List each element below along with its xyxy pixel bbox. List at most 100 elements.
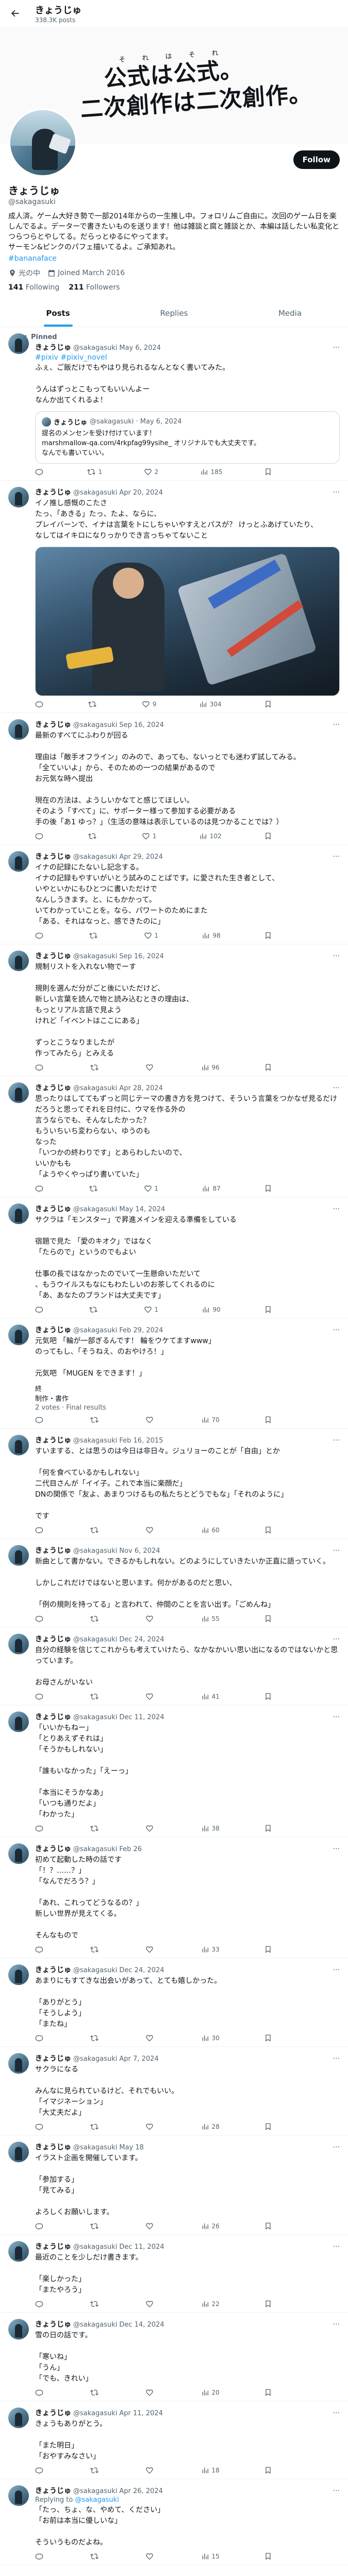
like-button[interactable] bbox=[145, 1692, 156, 1701]
more-options-icon[interactable]: ··· bbox=[333, 952, 340, 960]
post-author-name[interactable]: きょうじゅ bbox=[35, 1545, 71, 1555]
post-author-name[interactable]: きょうじゅ bbox=[35, 2485, 71, 2496]
reply-button[interactable] bbox=[35, 2123, 46, 2131]
reply-button[interactable] bbox=[35, 1416, 46, 1424]
post-author-handle[interactable]: @sakagasuki bbox=[73, 1327, 117, 1334]
like-button[interactable]: 9 bbox=[142, 700, 156, 708]
post-author-name[interactable]: きょうじゅ bbox=[35, 1204, 71, 1214]
post-author-handle[interactable]: @sakagasuki bbox=[73, 2410, 117, 2417]
post-avatar[interactable] bbox=[8, 2485, 29, 2506]
post-avatar[interactable] bbox=[8, 2142, 29, 2162]
post-author-name[interactable]: きょうじゅ bbox=[35, 2319, 71, 2329]
post-date[interactable]: Nov 6, 2024 bbox=[119, 1547, 160, 1555]
bookmark-button[interactable] bbox=[264, 2034, 272, 2042]
bookmark-button[interactable] bbox=[264, 931, 272, 940]
bookmark-button[interactable] bbox=[264, 1526, 272, 1534]
like-button[interactable] bbox=[145, 2123, 156, 2131]
reply-button[interactable] bbox=[35, 931, 46, 940]
post-avatar[interactable] bbox=[8, 2319, 29, 2340]
views-button[interactable]: 38 bbox=[201, 1824, 220, 1833]
repost-button[interactable] bbox=[90, 2034, 101, 2042]
reply-button[interactable] bbox=[35, 2552, 46, 2561]
more-options-icon[interactable]: ··· bbox=[333, 1966, 340, 1974]
reply-button[interactable] bbox=[35, 2300, 46, 2308]
more-options-icon[interactable]: ··· bbox=[333, 1205, 340, 1213]
post-image[interactable] bbox=[35, 547, 340, 696]
reply-button[interactable] bbox=[35, 1945, 46, 1954]
repost-button[interactable] bbox=[90, 1063, 101, 1072]
post-author-handle[interactable]: @sakagasuki bbox=[73, 1967, 117, 1974]
post-author-name[interactable]: きょうじゅ bbox=[35, 851, 71, 861]
like-button[interactable] bbox=[145, 1945, 156, 1954]
post[interactable]: Pinned きょうじゅ @sakagasuki May 6, 2024 ··· #pix… bbox=[0, 327, 348, 481]
post[interactable]: きょうじゅ @sakagasuki Dec 11, 2024 ··· 「いいかもねー」 … bbox=[0, 1705, 348, 1837]
reply-button[interactable] bbox=[35, 2466, 46, 2475]
views-button[interactable]: 96 bbox=[201, 1063, 220, 1072]
post-author-name[interactable]: きょうじゅ bbox=[35, 487, 71, 497]
post[interactable]: きょうじゅ @sakagasuki Apr 28, 2024 ··· 思ったりはしてても… bbox=[0, 1076, 348, 1197]
views-button[interactable]: 22 bbox=[201, 2300, 220, 2308]
post[interactable]: きょうじゅ @sakagasuki Nov 6, 2024 ··· 新曲として書かない。… bbox=[0, 1539, 348, 1628]
repost-button[interactable] bbox=[89, 1306, 100, 1314]
post-hashtags[interactable]: #pixiv #pixiv_novel bbox=[35, 353, 340, 362]
like-button[interactable]: 1 bbox=[144, 1184, 158, 1193]
post-date[interactable]: Apr 20, 2024 bbox=[119, 489, 163, 497]
reply-button[interactable] bbox=[35, 1692, 46, 1701]
post[interactable]: きょうじゅ @sakagasuki Sep 16, 2024 ··· 規制リストを入れな… bbox=[0, 944, 348, 1076]
post-author-handle[interactable]: @sakagasuki bbox=[73, 2055, 117, 2063]
reply-button[interactable] bbox=[35, 1063, 46, 1072]
repost-button[interactable] bbox=[90, 2300, 101, 2308]
bookmark-button[interactable] bbox=[264, 2222, 272, 2230]
bookmark-button[interactable] bbox=[264, 832, 272, 840]
bookmark-button[interactable] bbox=[264, 1063, 272, 1072]
reply-button[interactable] bbox=[35, 1615, 46, 1623]
post-date[interactable]: Sep 16, 2024 bbox=[119, 953, 164, 960]
post-avatar[interactable] bbox=[8, 333, 29, 354]
views-button[interactable]: 87 bbox=[202, 1184, 221, 1193]
post-author-handle[interactable]: @sakagasuki bbox=[73, 1437, 117, 1445]
views-button[interactable]: 15 bbox=[201, 2552, 220, 2561]
followers-link[interactable]: 211 Followers bbox=[69, 283, 120, 292]
post-avatar[interactable] bbox=[8, 1204, 29, 1224]
more-options-icon[interactable]: ··· bbox=[333, 1635, 340, 1643]
post-author-name[interactable]: きょうじゅ bbox=[35, 1082, 71, 1093]
more-options-icon[interactable]: ··· bbox=[333, 2320, 340, 2329]
more-options-icon[interactable]: ··· bbox=[333, 344, 340, 352]
post-author-name[interactable]: きょうじゅ bbox=[35, 2408, 71, 2418]
reply-button[interactable] bbox=[35, 1184, 46, 1193]
bookmark-button[interactable] bbox=[264, 700, 272, 708]
repost-button[interactable]: 1 bbox=[87, 468, 102, 476]
like-button[interactable]: 1 bbox=[144, 1306, 158, 1314]
views-button[interactable]: 26 bbox=[201, 2222, 220, 2230]
views-button[interactable]: 18 bbox=[201, 2466, 220, 2475]
views-button[interactable]: 55 bbox=[201, 1615, 220, 1623]
post-date[interactable]: Dec 24, 2024 bbox=[119, 1636, 164, 1643]
repost-button[interactable] bbox=[90, 2466, 101, 2475]
post-author-name[interactable]: きょうじゅ bbox=[35, 342, 71, 352]
more-options-icon[interactable]: ··· bbox=[333, 1326, 340, 1334]
post[interactable]: きょうじゅ @sakagasuki Feb 29, 2024 ··· 元気吧 「輪が一部… bbox=[0, 1318, 348, 1429]
post[interactable]: きょうじゅ @sakagasuki Feb 26 ··· 初めて起動した時の話です 「！… bbox=[0, 1837, 348, 1958]
views-button[interactable]: 28 bbox=[201, 2123, 220, 2131]
post-date[interactable]: Dec 24, 2024 bbox=[119, 1967, 164, 1974]
repost-button[interactable] bbox=[88, 832, 99, 840]
profile-avatar[interactable] bbox=[8, 108, 77, 177]
post[interactable]: きょうじゅ @sakagasuki Apr 20, 2024 ··· イノ推し感慨のこた… bbox=[0, 481, 348, 713]
bookmark-button[interactable] bbox=[264, 1692, 272, 1701]
repost-button[interactable] bbox=[90, 2123, 101, 2131]
post-author-name[interactable]: きょうじゅ bbox=[35, 951, 71, 961]
bio-hashtag-link[interactable]: #bananaface bbox=[8, 255, 340, 263]
post-author-handle[interactable]: @sakagasuki bbox=[73, 344, 117, 352]
post-date[interactable]: Dec 11, 2024 bbox=[119, 1714, 164, 1721]
reply-button[interactable] bbox=[35, 700, 46, 708]
bookmark-button[interactable] bbox=[264, 1824, 272, 1833]
views-button[interactable]: 185 bbox=[200, 468, 223, 476]
repost-button[interactable] bbox=[90, 2552, 101, 2561]
post[interactable]: きょうじゅ @sakagasuki Apr 26, 2024 ··· Replying … bbox=[0, 2479, 348, 2565]
like-button[interactable] bbox=[145, 2388, 156, 2397]
post-author-handle[interactable]: @sakagasuki bbox=[73, 1636, 117, 1643]
post[interactable]: きょうじゅ @sakagasuki Feb 16, 2015 ··· すいまする、とは思… bbox=[0, 1429, 348, 1539]
repost-button[interactable] bbox=[90, 2388, 101, 2397]
views-button[interactable]: 304 bbox=[199, 700, 222, 708]
reply-button[interactable] bbox=[35, 1306, 46, 1314]
